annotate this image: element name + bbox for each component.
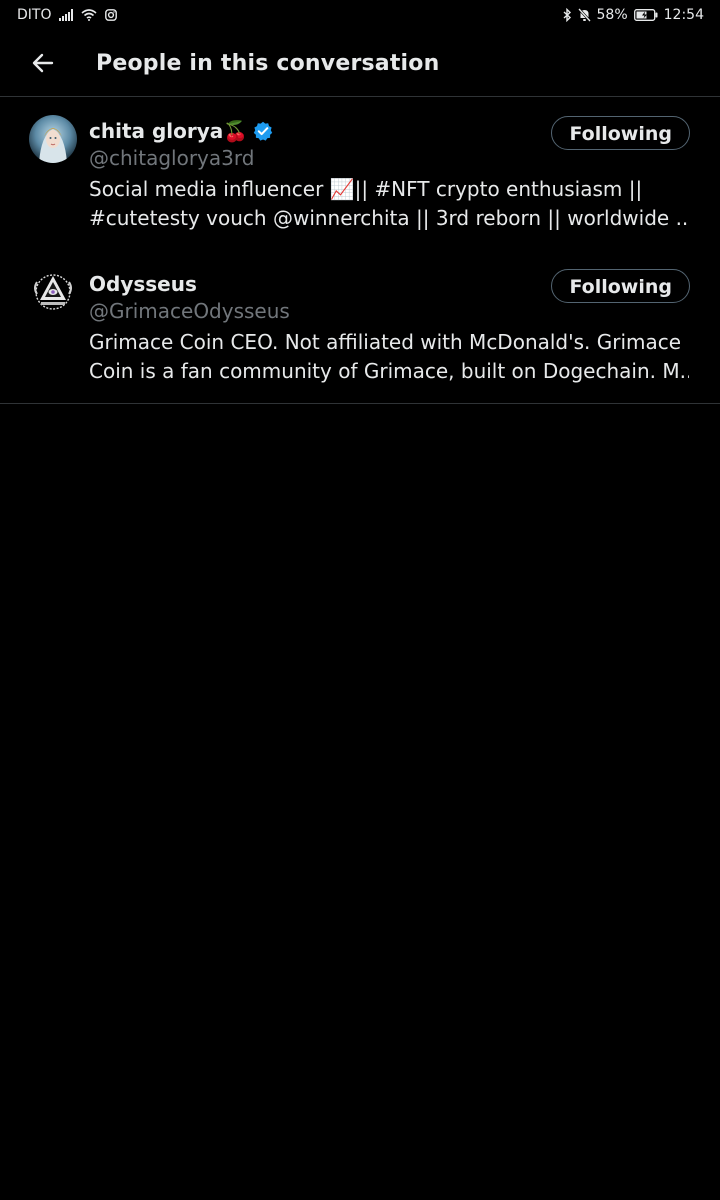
bio-line: Grimace Coin CEO. Not affiliated with Mc… bbox=[89, 330, 682, 354]
bluetooth-icon bbox=[563, 8, 572, 22]
status-bar: DITO 58% 12:54 bbox=[0, 0, 720, 30]
display-name: chita glorya🍒 bbox=[89, 119, 249, 143]
bio-line: Coin is a fan community of Grimace, buil… bbox=[89, 359, 689, 383]
wifi-icon bbox=[81, 9, 98, 21]
battery-percent: 58% bbox=[596, 7, 628, 23]
user-bio: Grimace Coin CEO. Not affiliated with Mc… bbox=[89, 328, 689, 386]
instagram-icon bbox=[105, 9, 118, 21]
back-button[interactable] bbox=[24, 44, 62, 82]
following-button[interactable]: Following bbox=[551, 269, 690, 303]
verified-badge-icon bbox=[253, 121, 273, 141]
muted-bell-icon bbox=[577, 8, 591, 22]
page-title: People in this conversation bbox=[96, 51, 440, 76]
name-line: Odysseus bbox=[89, 272, 197, 296]
avatar[interactable] bbox=[29, 268, 77, 316]
back-arrow-icon bbox=[32, 53, 54, 73]
user-handle: @chitaglorya3rd bbox=[89, 146, 255, 170]
clock-time: 12:54 bbox=[663, 7, 704, 23]
name-line: chita glorya🍒 bbox=[89, 119, 273, 143]
battery-charging-icon bbox=[633, 9, 658, 21]
signal-icon bbox=[59, 9, 74, 21]
bio-line: Social media influencer 📈|| #NFT crypto … bbox=[89, 177, 643, 201]
bio-line: #cutetesty vouch @winnerchita || 3rd reb… bbox=[89, 206, 689, 230]
following-button[interactable]: Following bbox=[551, 116, 690, 150]
carrier-name: DITO bbox=[17, 7, 52, 23]
list-item[interactable]: chita glorya🍒 @chitaglorya3rd Social med… bbox=[0, 97, 720, 250]
avatar[interactable] bbox=[29, 115, 77, 163]
status-bar-left: DITO bbox=[17, 6, 118, 24]
people-list: chita glorya🍒 @chitaglorya3rd Social med… bbox=[0, 97, 720, 404]
top-app-bar: People in this conversation bbox=[0, 30, 720, 97]
display-name: Odysseus bbox=[89, 272, 197, 296]
user-bio: Social media influencer 📈|| #NFT crypto … bbox=[89, 175, 689, 233]
user-handle: @GrimaceOdysseus bbox=[89, 299, 290, 323]
status-bar-right: 58% 12:54 bbox=[563, 6, 704, 24]
list-item[interactable]: Odysseus @GrimaceOdysseus Grimace Coin C… bbox=[0, 250, 720, 403]
